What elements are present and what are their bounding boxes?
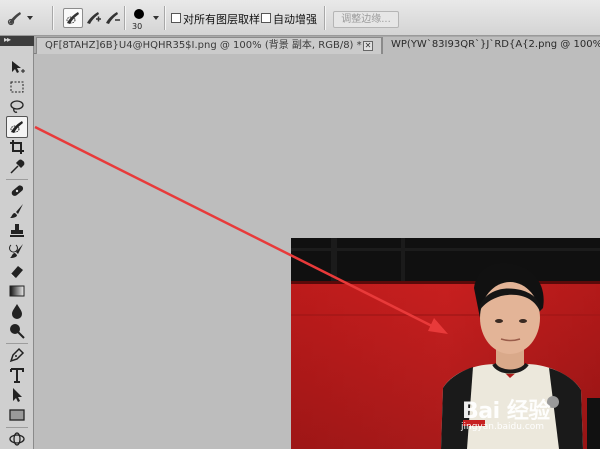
sample-all-layers-label: 对所有图层取样 (183, 13, 260, 26)
3d-rotate-tool-icon[interactable] (8, 430, 26, 448)
divider (324, 6, 326, 30)
document-tab-label: WP(YW`83I93QR`}J`RD{A{2.png @ 100%(RG (391, 39, 600, 50)
healing-brush-tool-icon[interactable] (8, 182, 26, 200)
refine-edge-button[interactable]: 调整边缘... (333, 11, 399, 28)
document-tab-bar: QF[8TAHZ]6B}U4@HQHR35$I.png @ 100% (背景 副… (34, 36, 600, 54)
tool-preset-icon[interactable] (6, 9, 24, 27)
rectangle-tool-icon[interactable] (8, 406, 26, 424)
brush-picker-caret-icon[interactable] (153, 16, 159, 20)
auto-enhance-label: 自动增强 (273, 13, 317, 26)
pen-tool-icon[interactable] (8, 346, 26, 364)
baidu-watermark-logo: Bai 经验 (462, 399, 550, 424)
document-tab-active[interactable]: QF[8TAHZ]6B}U4@HQHR35$I.png @ 100% (背景 副… (36, 37, 382, 54)
blur-tool-icon[interactable] (8, 302, 26, 320)
divider (124, 6, 126, 30)
brush-tool-icon[interactable] (8, 202, 26, 220)
subtract-from-selection-mode-icon[interactable] (103, 9, 121, 27)
add-to-selection-mode-icon[interactable] (84, 9, 102, 27)
divider (164, 6, 166, 30)
document-image[interactable] (291, 238, 600, 449)
document-tab-label: QF[8TAHZ]6B}U4@HQHR35$I.png @ 100% (背景 副… (45, 40, 362, 51)
clone-stamp-tool-icon[interactable] (8, 222, 26, 240)
toolbox-divider (6, 343, 28, 344)
crop-tool-icon[interactable] (8, 138, 26, 156)
marquee-tool-icon[interactable] (8, 78, 26, 96)
brush-preview-icon[interactable] (134, 9, 144, 19)
divider (52, 6, 54, 30)
gradient-tool-icon[interactable] (8, 282, 26, 300)
new-selection-mode-button[interactable] (63, 8, 83, 28)
eraser-tool-icon[interactable] (8, 262, 26, 280)
panel-collapse-icon[interactable]: ▸▸ (4, 35, 11, 44)
panel-collapse-strip[interactable]: ▸▸ (0, 35, 34, 46)
options-bar: 30 对所有图层取样 自动增强 调整边缘... (0, 0, 600, 36)
toolbox-divider (6, 179, 28, 180)
dodge-tool-icon[interactable] (8, 322, 26, 340)
toolbox-divider (6, 427, 28, 428)
document-tab[interactable]: WP(YW`83I93QR`}J`RD{A{2.png @ 100%(RG (382, 37, 600, 54)
eyedropper-tool-icon[interactable] (8, 158, 26, 176)
type-tool-icon[interactable] (8, 366, 26, 384)
move-tool-icon[interactable] (8, 58, 26, 76)
lasso-tool-icon[interactable] (8, 98, 26, 116)
close-icon[interactable]: ✕ (363, 41, 373, 51)
path-selection-tool-icon[interactable] (8, 386, 26, 404)
baidu-watermark-url: jingyan.baidu.com (461, 422, 545, 432)
sample-all-layers-checkbox[interactable] (171, 13, 181, 23)
history-brush-tool-icon[interactable] (8, 242, 26, 260)
brush-size-value: 30 (132, 22, 143, 31)
toolbox (0, 46, 34, 449)
quick-selection-tool-icon[interactable] (6, 116, 28, 138)
tool-preset-caret-icon[interactable] (27, 16, 33, 20)
auto-enhance-checkbox[interactable] (261, 13, 271, 23)
